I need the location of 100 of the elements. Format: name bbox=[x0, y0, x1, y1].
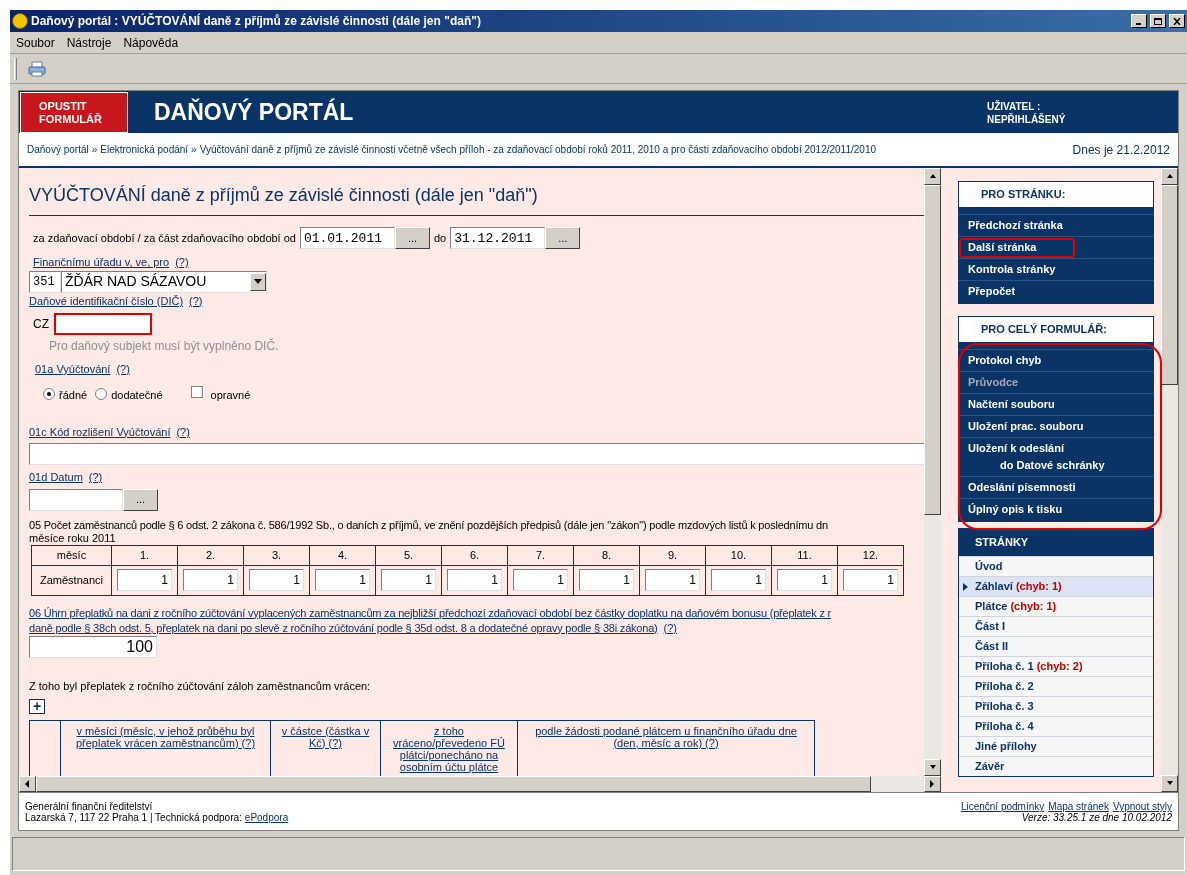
caret-icon bbox=[963, 582, 968, 591]
radio-label: řádné bbox=[59, 388, 88, 403]
page-nav-item[interactable]: Závěr bbox=[959, 756, 1153, 776]
exit-form-button[interactable]: OPUSTIT FORMULÁŘ bbox=[20, 92, 128, 133]
checkbox-label: opravné bbox=[210, 388, 251, 403]
close-button[interactable] bbox=[1169, 14, 1185, 28]
footer-link[interactable]: Vypnout styly bbox=[1112, 801, 1172, 812]
period-label: za zdaňovací období / za část zdaňovacího období od bbox=[33, 230, 296, 246]
vertical-scrollbar[interactable] bbox=[924, 168, 941, 776]
employee-count-field[interactable]: 1 bbox=[843, 569, 898, 591]
page-nav-item[interactable]: Příloha č. 4 bbox=[959, 716, 1153, 736]
employee-count-field[interactable]: 1 bbox=[645, 569, 700, 591]
help-link[interactable]: (?) bbox=[175, 254, 189, 271]
radio-label: dodatečné bbox=[111, 388, 163, 403]
page-nav-item[interactable]: Část II bbox=[959, 636, 1153, 656]
printer-icon bbox=[28, 60, 46, 77]
help-link[interactable]: (?) bbox=[189, 292, 203, 309]
sidebar-link[interactable]: Předchozí stránka bbox=[958, 214, 1154, 236]
radio-button[interactable] bbox=[95, 387, 108, 400]
table-header-cell: 11. bbox=[771, 545, 838, 565]
menu-item[interactable]: Nápověda bbox=[123, 33, 179, 52]
employee-count-field[interactable]: 1 bbox=[117, 569, 172, 591]
sidebar-link[interactable]: Úplný opis k tisku bbox=[958, 498, 1154, 520]
breadcrumb-link[interactable]: Vyúčtování daně z příjmů ze závislé činnosti včetně všech příloh - za zdaňovací období roků 2011, 2010 a pro části zdaňovacího období 2012/2011/2010 bbox=[199, 142, 877, 157]
field-label-link[interactable]: Finančnímu úřadu v, ve, pro bbox=[33, 254, 170, 271]
date-field[interactable] bbox=[29, 488, 123, 511]
table-header-cell: 10. bbox=[705, 545, 772, 565]
page-nav-item[interactable]: Příloha č. 3 bbox=[959, 696, 1153, 716]
page-nav-item[interactable]: Příloha č. 1 (chyb: 2) bbox=[959, 656, 1153, 676]
employee-count-field[interactable]: 1 bbox=[315, 569, 370, 591]
help-link[interactable]: (?) bbox=[116, 361, 130, 378]
version-text: Verze: 33.25.1 ze dne 10.02.2012 bbox=[1021, 812, 1172, 823]
employee-count-field[interactable]: 1 bbox=[513, 569, 568, 591]
add-row-button[interactable]: + bbox=[29, 698, 45, 714]
sidebar-link[interactable]: Uložení k odeslání do Datové schránky bbox=[958, 437, 1154, 476]
field-label-link[interactable]: 01a Vyúčtování bbox=[35, 361, 111, 378]
sidebar-link[interactable]: Kontrola stránky bbox=[958, 258, 1154, 280]
vertical-scrollbar[interactable] bbox=[1161, 168, 1178, 792]
office-dropdown[interactable]: ŽĎÁR NAD SÁZAVOU bbox=[61, 270, 267, 293]
employee-count-field[interactable]: 1 bbox=[447, 569, 502, 591]
sidebar-link[interactable]: Načtení souboru bbox=[958, 393, 1154, 415]
window-title: Daňový portál : VYÚČTOVÁNÍ daně z příjmů ze závislé činnosti (dále jen "daň") bbox=[31, 12, 481, 30]
table-header-cell: 5. bbox=[375, 545, 442, 565]
help-link[interactable]: (?) bbox=[176, 423, 190, 440]
scroll-thumb[interactable] bbox=[924, 185, 941, 515]
footer-link[interactable]: Mapa stránek bbox=[1048, 801, 1109, 812]
user-label: UŽIVATEL : bbox=[987, 99, 1042, 113]
table-header-cell: 3. bbox=[243, 545, 310, 565]
table-header-cell: 9. bbox=[639, 545, 706, 565]
minimize-button[interactable] bbox=[1131, 14, 1147, 28]
employee-count-field[interactable]: 1 bbox=[249, 569, 304, 591]
sidebar-link[interactable]: Odeslání písemnosti bbox=[958, 476, 1154, 498]
code-field[interactable] bbox=[29, 443, 924, 465]
tax-id-field[interactable] bbox=[54, 313, 152, 335]
help-link[interactable]: (?) bbox=[663, 619, 677, 636]
office-code-field[interactable]: 351 bbox=[29, 270, 61, 293]
to-date-field[interactable]: 31.12.2011 bbox=[450, 227, 546, 249]
page-nav-item[interactable]: Plátce (chyb: 1) bbox=[959, 596, 1153, 616]
sidebar-link[interactable]: Uložení prac. souboru bbox=[958, 415, 1154, 437]
date-picker-button[interactable]: ... bbox=[123, 488, 158, 511]
date-picker-button[interactable]: ... bbox=[394, 227, 430, 249]
date-picker-button[interactable]: ... bbox=[545, 227, 581, 249]
page-nav-item[interactable]: Záhlaví (chyb: 1) bbox=[959, 576, 1153, 596]
footer-link[interactable]: Licenční podmínky bbox=[960, 801, 1045, 812]
maximize-button[interactable] bbox=[1150, 14, 1166, 28]
panel-header: PRO CELÝ FORMULÁŘ: bbox=[958, 316, 1154, 343]
question-link[interactable]: daně podle § 38ch odst. 5, přeplatek na dani po slevě z ročního zúčtování podle § 35d odst. 8 a dodatečné opravy podle § 38i zákona) bbox=[29, 620, 658, 635]
employee-count-field[interactable]: 1 bbox=[777, 569, 832, 591]
employee-count-field[interactable]: 1 bbox=[381, 569, 436, 591]
support-link[interactable]: ePodpora bbox=[244, 812, 289, 823]
page-nav-item[interactable]: Příloha č. 2 bbox=[959, 676, 1153, 696]
menu-item[interactable]: Soubor bbox=[16, 33, 55, 52]
overpayment-field[interactable]: 100 bbox=[29, 636, 157, 658]
breadcrumb-link[interactable]: Elektronická podání bbox=[100, 142, 189, 157]
question-link[interactable]: 06 Úhrn přeplatků na dani z ročního zúčtování vyplacených zaměstnancům za nejbližší předchozí zdaňovací období bez částky doplatku na daňovém bonusu (přeplatek z r bbox=[29, 605, 924, 620]
help-link[interactable]: (?) bbox=[88, 469, 103, 486]
page-nav-item[interactable]: Jiné přílohy bbox=[959, 736, 1153, 756]
question-text: měsíce roku 2011 bbox=[29, 531, 117, 545]
sidebar-link[interactable]: Přepočet bbox=[958, 280, 1154, 302]
breadcrumb-link[interactable]: Daňový portál bbox=[27, 142, 89, 157]
sidebar-link[interactable]: Protokol chyb bbox=[958, 349, 1154, 371]
close-icon bbox=[1173, 17, 1181, 25]
radio-button[interactable] bbox=[43, 387, 55, 400]
employee-count-field[interactable]: 1 bbox=[183, 569, 238, 591]
maximize-icon bbox=[1154, 17, 1162, 25]
checkbox[interactable] bbox=[190, 385, 203, 398]
page-nav-item[interactable]: Úvod bbox=[959, 556, 1153, 576]
employee-count-field[interactable]: 1 bbox=[579, 569, 634, 591]
field-label-link[interactable]: 01d Datum bbox=[29, 469, 83, 486]
page-nav-item[interactable]: Část I bbox=[959, 616, 1153, 636]
menu-item[interactable]: Nástroje bbox=[66, 33, 112, 52]
form-title: VYÚČTOVÁNÍ daně z příjmů ze závislé činnosti (dále jen "daň") bbox=[29, 182, 924, 216]
from-date-field[interactable]: 01.01.2011 bbox=[299, 227, 395, 249]
sidebar-link[interactable]: Další stránka bbox=[958, 236, 1154, 258]
field-label-link[interactable]: 01c Kód rozlišení Vyúčtování bbox=[29, 423, 171, 440]
field-label-link[interactable]: Daňové identifikační číslo (DIČ) bbox=[29, 292, 184, 309]
row-label: Zaměstnanci bbox=[31, 565, 112, 595]
scroll-thumb[interactable] bbox=[1161, 185, 1178, 385]
employee-count-field[interactable]: 1 bbox=[711, 569, 766, 591]
breadcrumb-separator: » bbox=[191, 143, 197, 157]
